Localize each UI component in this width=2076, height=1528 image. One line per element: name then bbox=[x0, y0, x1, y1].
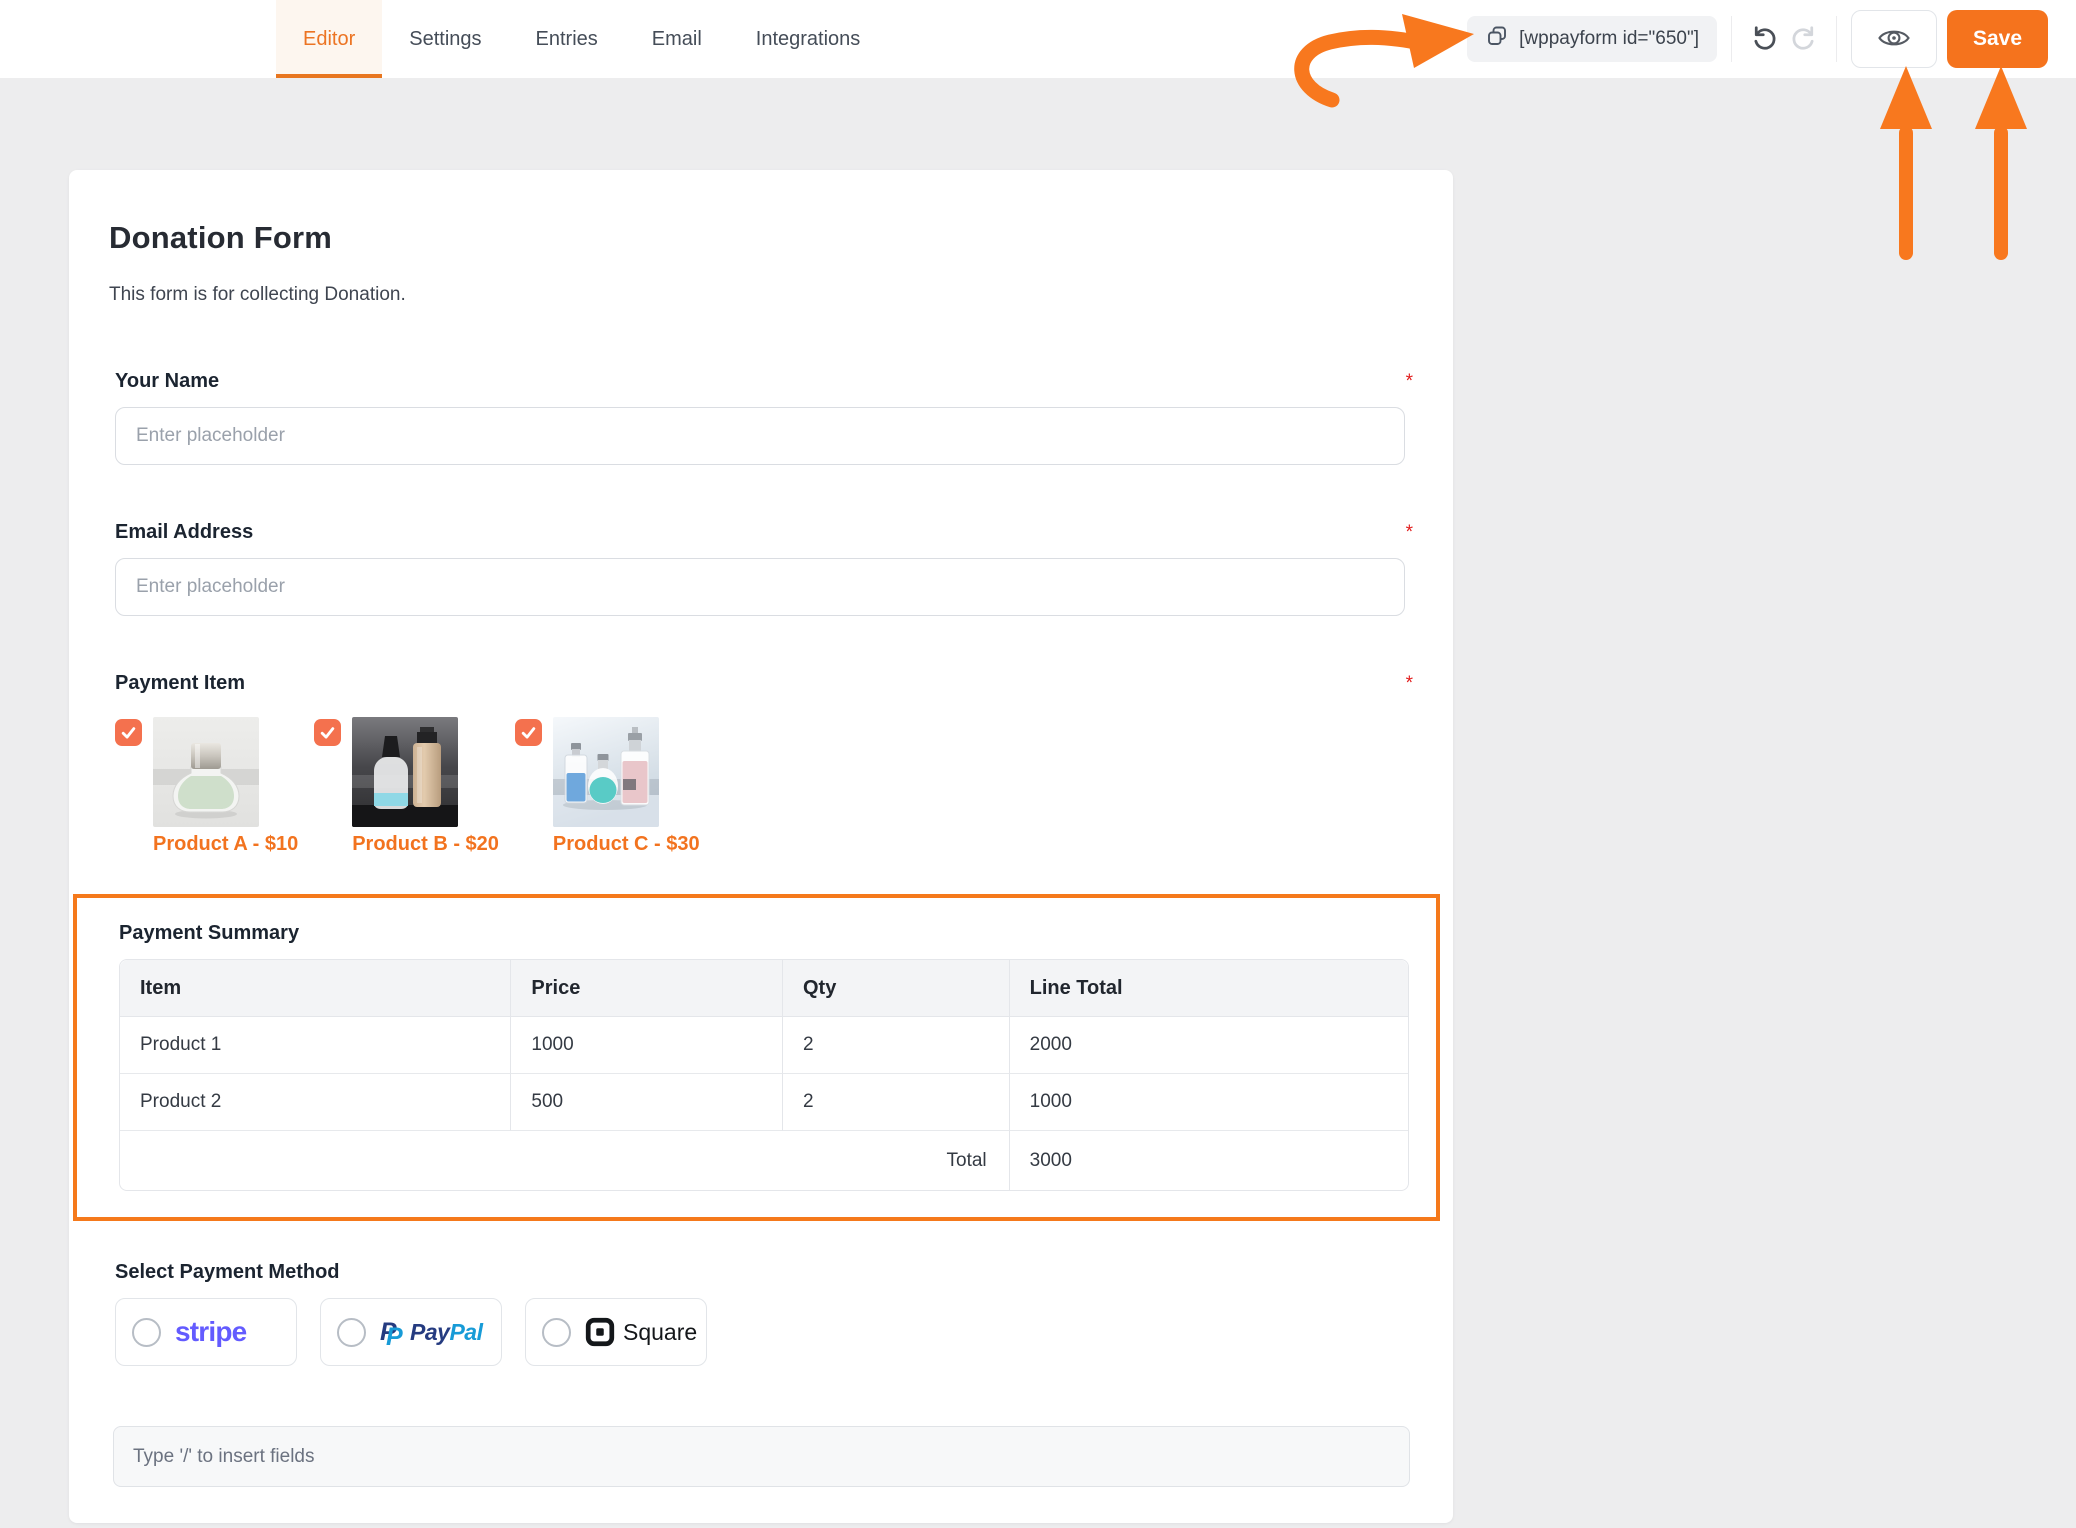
preview-button[interactable] bbox=[1851, 10, 1937, 68]
divider bbox=[1836, 16, 1837, 62]
required-asterisk: * bbox=[1406, 674, 1413, 693]
required-asterisk: * bbox=[1406, 372, 1413, 391]
field-email-address: Email Address * bbox=[109, 521, 1413, 616]
paypal-logo: P P PayPal bbox=[380, 1316, 482, 1348]
save-button[interactable]: Save bbox=[1947, 10, 2048, 68]
product-b-image bbox=[352, 717, 458, 827]
stripe-logo: stripe bbox=[175, 1316, 246, 1348]
redo-button[interactable] bbox=[1784, 19, 1822, 60]
insert-fields-input[interactable] bbox=[113, 1426, 1410, 1487]
redo-icon bbox=[1788, 23, 1818, 56]
payment-summary-section[interactable]: Payment Summary Item Price Qty Line Tota… bbox=[73, 894, 1440, 1221]
square-logo-icon bbox=[585, 1317, 615, 1347]
tab-integrations-label: Integrations bbox=[756, 28, 861, 51]
table-row: Product 1 1000 2 2000 bbox=[120, 1017, 1408, 1074]
cell-price: 500 bbox=[510, 1074, 782, 1131]
product-b-label: Product B - $20 bbox=[352, 833, 499, 856]
form-title: Donation Form bbox=[109, 220, 1413, 256]
payment-method-square[interactable]: Square bbox=[525, 1298, 707, 1366]
table-header-row: Item Price Qty Line Total bbox=[120, 960, 1408, 1017]
radio-button[interactable] bbox=[132, 1318, 161, 1347]
product-c-label: Product C - $30 bbox=[553, 833, 700, 856]
main-tabs: Editor Settings Entries Email Integratio… bbox=[276, 0, 887, 78]
tab-entries[interactable]: Entries bbox=[509, 0, 625, 78]
square-logo: Square bbox=[585, 1317, 697, 1347]
shortcode-copy-chip[interactable]: [wppayform id="650"] bbox=[1467, 16, 1717, 62]
tab-integrations[interactable]: Integrations bbox=[729, 0, 888, 78]
radio-button[interactable] bbox=[542, 1318, 571, 1347]
tab-email[interactable]: Email bbox=[625, 0, 729, 78]
product-c-image bbox=[553, 717, 659, 827]
paypal-monogram-icon: P P bbox=[380, 1316, 406, 1348]
tab-entries-label: Entries bbox=[536, 28, 598, 51]
product-a-image bbox=[153, 717, 259, 827]
checkbox-checked-icon[interactable] bbox=[115, 719, 142, 746]
required-asterisk: * bbox=[1406, 523, 1413, 542]
cell-item: Product 2 bbox=[120, 1074, 510, 1131]
payment-summary-table: Item Price Qty Line Total Product 1 1000… bbox=[119, 959, 1409, 1191]
eye-icon bbox=[1877, 26, 1911, 53]
column-header-price: Price bbox=[510, 960, 782, 1017]
product-options: Product A - $10 bbox=[115, 717, 1413, 856]
tab-email-label: Email bbox=[652, 28, 702, 51]
svg-text:P: P bbox=[386, 1323, 403, 1348]
product-option-a[interactable]: Product A - $10 bbox=[115, 717, 298, 856]
form-editor-card: Donation Form This form is for collectin… bbox=[69, 170, 1453, 1523]
payment-summary-title: Payment Summary bbox=[119, 922, 1401, 945]
table-row: Product 2 500 2 1000 bbox=[120, 1074, 1408, 1131]
cell-qty: 2 bbox=[782, 1074, 1009, 1131]
payment-method-options: stripe P P PayPal Square bbox=[115, 1298, 1413, 1366]
field-label: Email Address bbox=[115, 521, 253, 544]
undo-button[interactable] bbox=[1746, 19, 1784, 60]
field-payment-item: Payment Item * bbox=[109, 672, 1413, 856]
copy-icon bbox=[1485, 24, 1509, 54]
toolbar-actions: [wppayform id="650"] bbox=[1467, 0, 2048, 78]
undo-icon bbox=[1750, 23, 1780, 56]
up-arrow-to-save bbox=[1975, 66, 2027, 260]
field-your-name: Your Name * bbox=[109, 370, 1413, 465]
payment-method-stripe[interactable]: stripe bbox=[115, 1298, 297, 1366]
payment-method-paypal[interactable]: P P PayPal bbox=[320, 1298, 502, 1366]
field-label: Your Name bbox=[115, 370, 219, 393]
tab-editor-label: Editor bbox=[303, 28, 355, 51]
top-toolbar: Editor Settings Entries Email Integratio… bbox=[0, 0, 2076, 78]
product-option-b[interactable]: Product B - $20 bbox=[314, 717, 499, 856]
cell-qty: 2 bbox=[782, 1017, 1009, 1074]
divider bbox=[1731, 16, 1732, 62]
your-name-input[interactable] bbox=[115, 407, 1405, 465]
tab-editor[interactable]: Editor bbox=[276, 0, 382, 78]
field-label: Payment Item bbox=[115, 672, 245, 695]
cell-item: Product 1 bbox=[120, 1017, 510, 1074]
column-header-line-total: Line Total bbox=[1009, 960, 1408, 1017]
column-header-qty: Qty bbox=[782, 960, 1009, 1017]
email-address-input[interactable] bbox=[115, 558, 1405, 616]
checkbox-checked-icon[interactable] bbox=[515, 719, 542, 746]
up-arrow-to-preview bbox=[1880, 66, 1932, 260]
product-option-c[interactable]: Product C - $30 bbox=[515, 717, 700, 856]
total-value: 3000 bbox=[1009, 1131, 1408, 1190]
tab-settings[interactable]: Settings bbox=[382, 0, 508, 78]
shortcode-text: [wppayform id="650"] bbox=[1519, 28, 1699, 50]
checkbox-checked-icon[interactable] bbox=[314, 719, 341, 746]
cell-line-total: 1000 bbox=[1009, 1074, 1408, 1131]
column-header-item: Item bbox=[120, 960, 510, 1017]
form-description: This form is for collecting Donation. bbox=[109, 284, 1413, 306]
tab-settings-label: Settings bbox=[409, 28, 481, 51]
total-label: Total bbox=[120, 1131, 1009, 1190]
product-a-label: Product A - $10 bbox=[153, 833, 298, 856]
radio-button[interactable] bbox=[337, 1318, 366, 1347]
cell-price: 1000 bbox=[510, 1017, 782, 1074]
table-total-row: Total 3000 bbox=[120, 1131, 1408, 1190]
cell-line-total: 2000 bbox=[1009, 1017, 1408, 1074]
payment-method-label: Select Payment Method bbox=[115, 1261, 1413, 1284]
